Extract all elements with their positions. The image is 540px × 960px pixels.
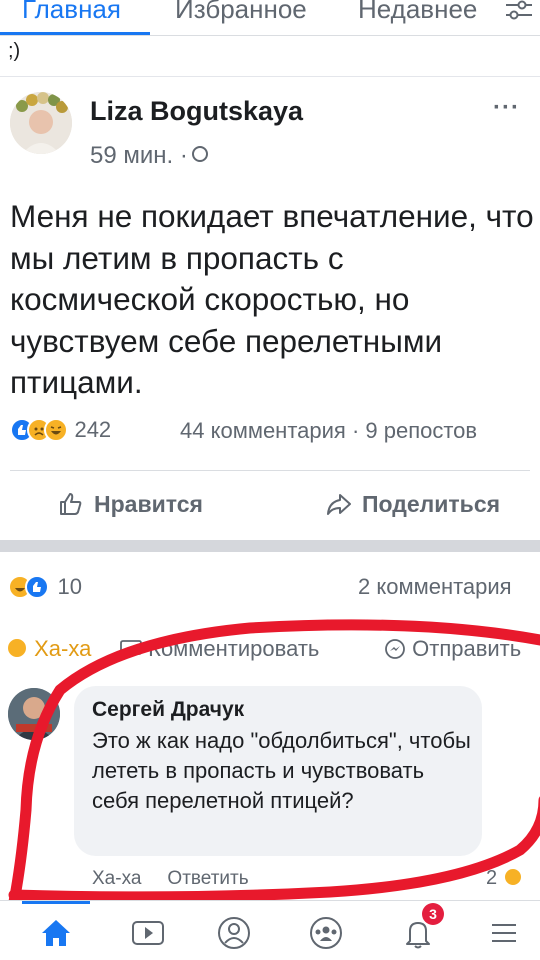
share-icon	[327, 494, 351, 515]
comment-button[interactable]: Комментировать	[120, 636, 319, 662]
profile-icon[interactable]	[214, 913, 254, 953]
reactions-row[interactable]: 242 44 комментария · 9 репостов	[10, 417, 540, 449]
feed-separator	[0, 540, 540, 552]
reactions-count: 242	[74, 417, 112, 442]
more-options-icon[interactable]: ···	[493, 94, 520, 122]
thumbs-up-icon	[60, 493, 82, 515]
post-text: Меня не покидает впечатление, что мы лет…	[10, 198, 534, 400]
comment-icon	[120, 640, 142, 660]
previous-post-text: ;)	[8, 40, 21, 62]
notifications-badge: 3	[422, 903, 444, 925]
messenger-icon	[385, 639, 405, 659]
tab-favorites[interactable]: Избранное	[175, 0, 307, 25]
comment-reply-button[interactable]: Ответить	[167, 868, 248, 889]
post-author-name[interactable]: Liza Bogutskaya	[90, 96, 303, 127]
active-tab-indicator	[0, 32, 150, 35]
comment-haha-button[interactable]: Ха-ха	[92, 868, 141, 889]
like-button[interactable]: Нравится	[58, 491, 203, 518]
share-button-label: Поделиться	[362, 491, 501, 517]
bottom-nav: 3	[0, 900, 540, 960]
tab-home[interactable]: Главная	[22, 0, 121, 25]
haha-label: Ха-ха	[34, 636, 92, 661]
comment-label: Комментировать	[148, 636, 320, 661]
comment-actions: Ха-ха Ответить	[92, 868, 275, 890]
send-label: Отправить	[412, 636, 522, 661]
home-icon[interactable]	[36, 913, 76, 953]
watch-icon[interactable]	[128, 913, 168, 953]
commenter-avatar[interactable]	[8, 688, 60, 740]
comment-reactions-count: 2	[486, 867, 498, 889]
menu-icon[interactable]	[484, 913, 524, 953]
second-reactions-row[interactable]: 10	[8, 574, 82, 600]
active-nav-indicator	[22, 901, 90, 904]
globe-icon	[191, 146, 208, 162]
like-button-label: Нравится	[94, 491, 203, 517]
share-button[interactable]: Поделиться	[326, 491, 500, 518]
tab-recent[interactable]: Недавнее	[358, 0, 477, 25]
groups-icon[interactable]	[306, 913, 346, 953]
author-avatar[interactable]	[10, 92, 72, 154]
second-reactions-count: 10	[57, 574, 82, 599]
send-button[interactable]: Отправить	[384, 636, 521, 662]
haha-button[interactable]: Ха-ха	[6, 636, 91, 662]
divider	[0, 76, 540, 77]
notifications-button[interactable]: 3	[398, 903, 444, 953]
haha-reaction-icon	[502, 867, 523, 887]
second-comments-count[interactable]: 2 комментария	[358, 574, 512, 600]
comment-reactions[interactable]: 2	[486, 867, 523, 890]
like-reaction-icon	[25, 575, 49, 599]
haha-reaction-icon	[44, 418, 68, 442]
top-tabs: Главная Избранное Недавнее	[0, 0, 540, 36]
haha-icon	[6, 637, 28, 659]
comment-text: Это ж как надо "обдолбиться", чтобы лете…	[92, 728, 471, 813]
post-meta: 59 мин. ·	[90, 142, 208, 170]
comment-author-name[interactable]: Сергей Драчук	[92, 698, 244, 722]
divider	[10, 470, 530, 471]
post-time[interactable]: 59 мин. ·	[90, 142, 188, 169]
filter-icon[interactable]	[504, 0, 534, 22]
comments-shares-stats[interactable]: 44 комментария · 9 репостов	[180, 418, 477, 444]
